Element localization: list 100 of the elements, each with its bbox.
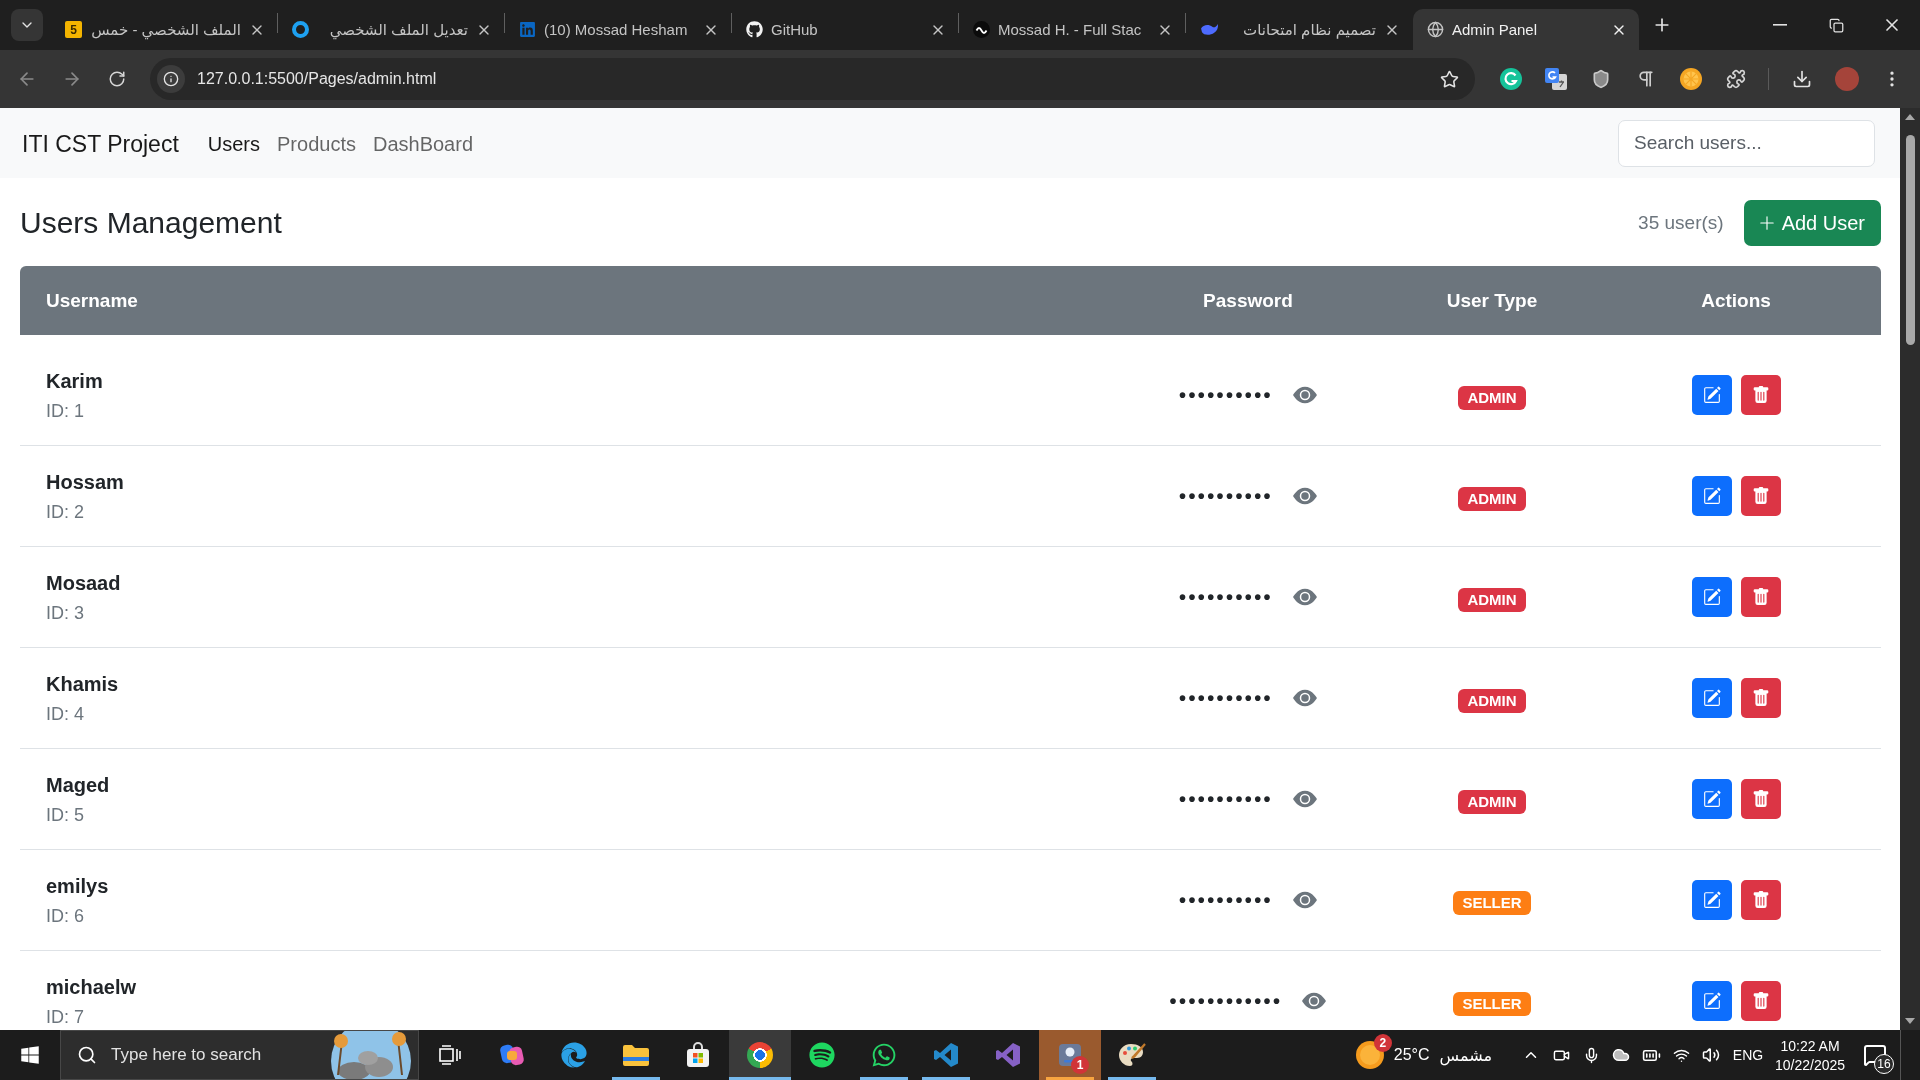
taskbar-app-button[interactable] (729, 1030, 791, 1080)
task-view-icon (439, 1045, 461, 1065)
trash-icon (1751, 487, 1770, 505)
clock[interactable]: 10:22 AM 10/22/2025 (1770, 1030, 1850, 1080)
palette-icon (1118, 1042, 1146, 1068)
browser-tab[interactable]: تعديل الملف الشخصي (278, 9, 504, 50)
delete-button[interactable] (1740, 678, 1781, 718)
username-text: michaelw (46, 974, 137, 999)
edit-button[interactable] (1691, 880, 1732, 920)
password-text: •••••••••• (1179, 585, 1273, 609)
visual-studio-icon (995, 1042, 1021, 1068)
whatsapp-icon (871, 1042, 897, 1068)
browser-tab[interactable]: Mossad H. - Full Stac (959, 9, 1185, 50)
whale-icon (1200, 22, 1219, 37)
translate-icon[interactable] (1544, 68, 1567, 90)
edit-button[interactable] (1691, 678, 1732, 718)
edit-button[interactable] (1691, 476, 1732, 516)
weather-condition-text: مشمس (1439, 1045, 1492, 1065)
grammarly-icon[interactable] (1499, 68, 1522, 90)
running-indicator (922, 1077, 970, 1080)
edit-button[interactable] (1691, 981, 1732, 1021)
edge-icon (561, 1042, 587, 1068)
delete-button[interactable] (1740, 577, 1781, 617)
browser-tab[interactable]: Admin Panel (1413, 9, 1639, 50)
role-badge: ADMIN (1458, 688, 1526, 713)
username-text: Khamis (46, 671, 119, 696)
extensions-icon[interactable] (1725, 69, 1746, 89)
delete-button[interactable] (1740, 880, 1781, 920)
column-header: Actions (1701, 289, 1771, 312)
add-user-button[interactable]: Add User (1743, 200, 1881, 246)
reload-icon (108, 70, 126, 88)
scroll-up-icon[interactable] (1905, 114, 1915, 120)
user-id-text: ID: 2 (46, 500, 84, 523)
browser-tab[interactable]: تصميم نظام امتحانات (1186, 9, 1412, 50)
globe-icon (1427, 21, 1444, 38)
edit-icon (1702, 992, 1721, 1010)
url-text: 127.0.0.1:5500/Pages/admin.html (197, 70, 437, 88)
cloud-icon[interactable] (1612, 1046, 1630, 1064)
edit-icon (1702, 790, 1721, 808)
citrus-slice-icon[interactable] (1679, 68, 1702, 90)
pin-app-icon (1058, 1042, 1082, 1068)
vscode-icon (933, 1042, 959, 1068)
star-icon[interactable] (1440, 69, 1459, 89)
wave-logo-icon (973, 21, 990, 38)
address-bar[interactable]: 127.0.0.1:5500/Pages/admin.html (150, 58, 1475, 100)
user-id-text: ID: 5 (46, 803, 84, 826)
nav-link[interactable]: DashBoard (372, 130, 473, 156)
github-icon (746, 21, 763, 38)
spotify-icon (809, 1042, 835, 1068)
page-title: Users Management (20, 206, 282, 240)
scroll-down-icon[interactable] (1905, 1018, 1915, 1024)
password-text: •••••••••• (1179, 484, 1273, 508)
taskbar-app-button[interactable]: 1 (1039, 1030, 1101, 1080)
count-badge: 16 (1874, 1054, 1894, 1074)
info-icon[interactable] (157, 65, 185, 93)
role-badge: ADMIN (1458, 385, 1526, 410)
scrollbar[interactable] (1900, 108, 1920, 1030)
nav-link[interactable]: Users (207, 130, 260, 156)
language-indicator[interactable]: ENG (1726, 1030, 1770, 1080)
delete-button[interactable] (1740, 375, 1781, 415)
delete-button[interactable] (1740, 981, 1781, 1021)
username-text: Mosaad (46, 570, 121, 595)
username-text: emilys (46, 873, 109, 898)
linkedin-icon (519, 21, 536, 38)
speaker-icon[interactable] (1702, 1046, 1720, 1064)
download-icon[interactable] (1791, 69, 1812, 89)
column-header: User Type (1446, 289, 1538, 312)
folder-icon (622, 1043, 650, 1067)
edit-icon (1702, 386, 1721, 404)
running-indicator (612, 1077, 660, 1080)
user-id-text: ID: 6 (46, 904, 84, 927)
running-indicator (860, 1077, 908, 1080)
browser-tab[interactable]: GitHub (732, 9, 958, 50)
running-indicator (729, 1077, 791, 1080)
delete-button[interactable] (1740, 779, 1781, 819)
taskbar-search-field[interactable]: Type here to search (111, 1045, 287, 1065)
scrollbar-thumb[interactable] (1906, 135, 1915, 345)
edit-button[interactable] (1691, 577, 1732, 617)
edit-button[interactable] (1691, 375, 1732, 415)
ring-icon (292, 21, 309, 38)
role-badge: SELLER (1453, 991, 1531, 1016)
temperature-text: 25°C (1393, 1046, 1430, 1064)
search-icon (77, 1045, 97, 1065)
running-indicator (1046, 1077, 1094, 1080)
overlapping-tiles-icon (499, 1042, 525, 1068)
taskbar-search-box[interactable]: Type here to search (60, 1030, 419, 1080)
delete-button[interactable] (1740, 476, 1781, 516)
user-count-text: 35 user(s) (1638, 212, 1724, 234)
tab-search-button[interactable] (11, 9, 43, 41)
username-text: Hossam (46, 469, 124, 494)
username-text: Maged (46, 772, 110, 797)
edit-icon (1702, 588, 1721, 606)
edit-button[interactable] (1691, 779, 1732, 819)
browser-tab[interactable]: (10) Mossad Hesham (505, 9, 731, 50)
chrome-icon (747, 1042, 773, 1068)
search-field[interactable]: Search users... (1618, 119, 1875, 167)
brand-link[interactable]: ITI CST Project (22, 128, 179, 158)
running-indicator (1108, 1077, 1156, 1080)
edit-icon (1702, 891, 1721, 909)
nav-link[interactable]: Products (277, 130, 356, 156)
